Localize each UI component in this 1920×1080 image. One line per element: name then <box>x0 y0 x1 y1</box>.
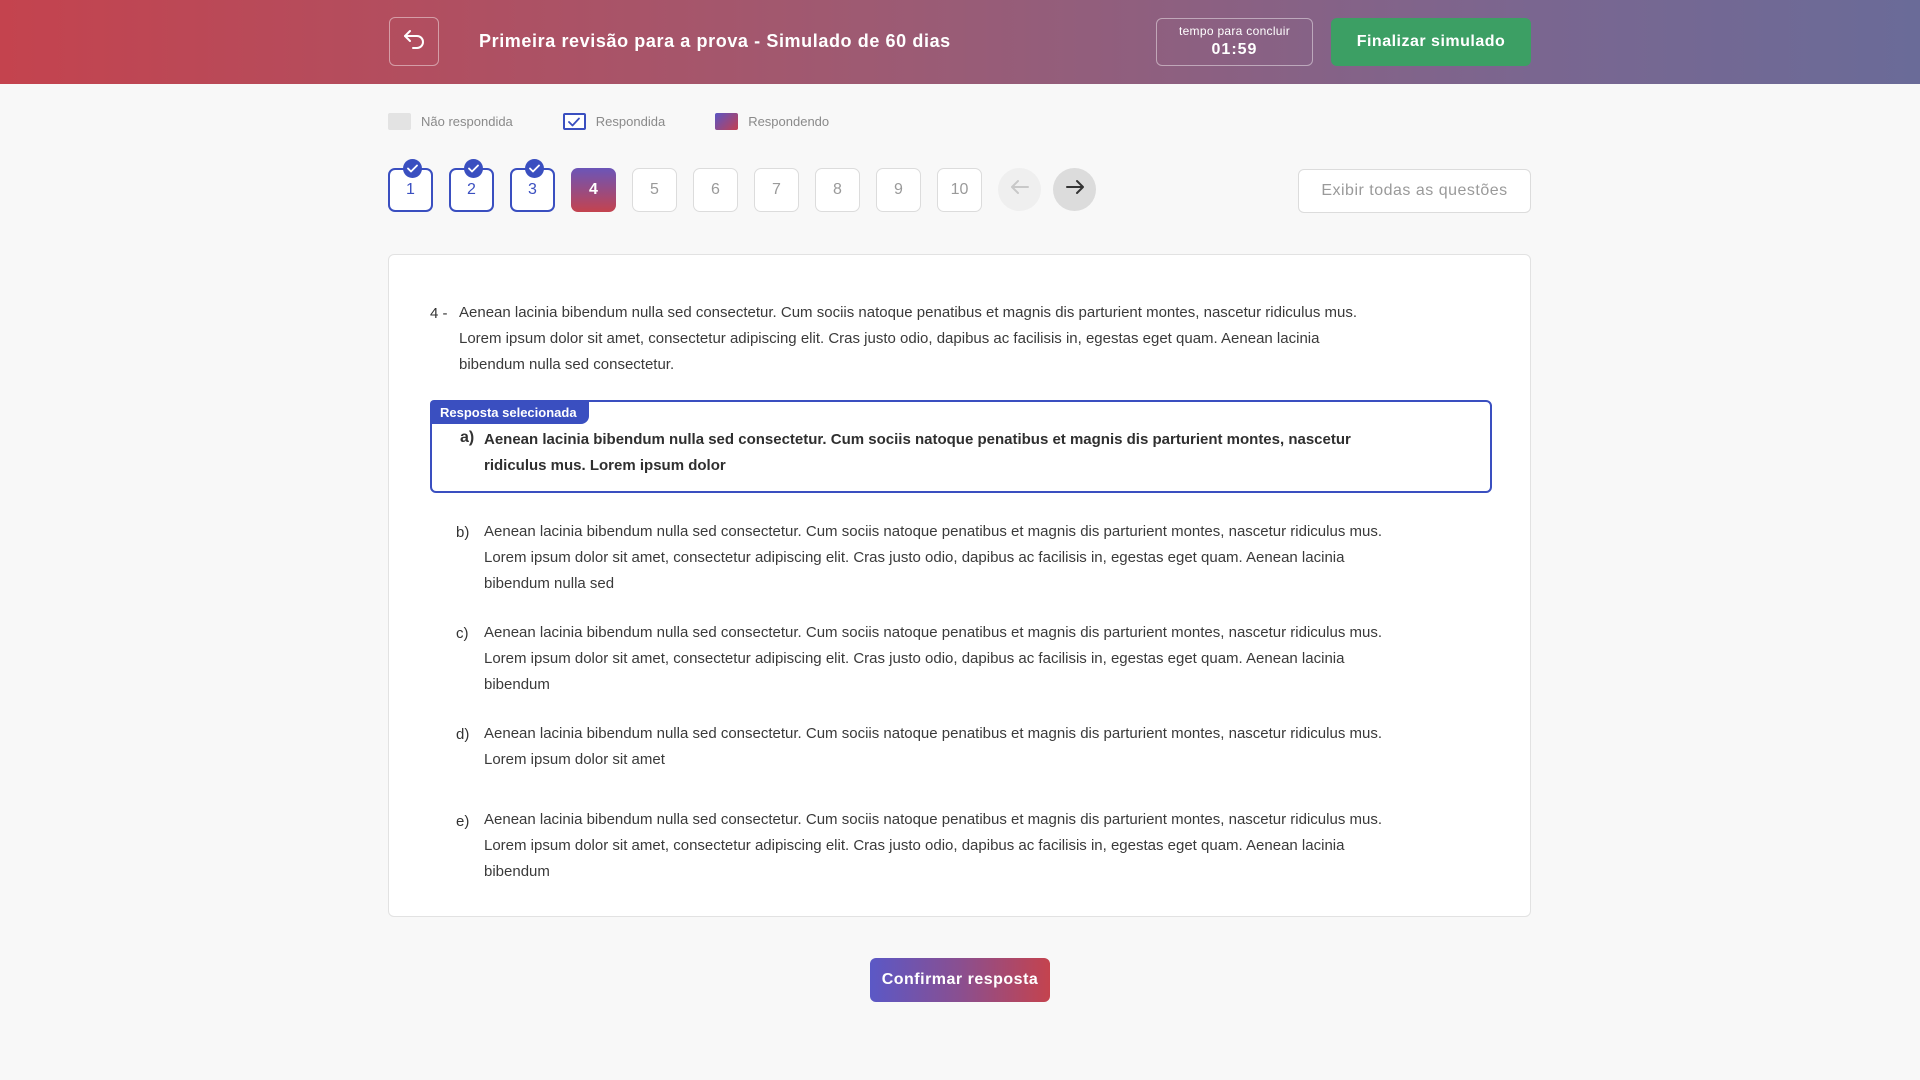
status-legend: Não respondida Respondida Respondendo <box>388 113 879 130</box>
legend-label: Respondida <box>595 114 666 129</box>
check-icon <box>403 159 422 178</box>
answered-swatch <box>562 113 586 130</box>
question-text: Aenean lacinia bibendum nulla sed consec… <box>459 304 1358 373</box>
option-text: Aenean lacinia bibendum nulla sed consec… <box>484 523 1383 592</box>
legend-label: Respondendo <box>748 114 830 129</box>
arrow-right-icon <box>1065 179 1085 200</box>
answering-swatch <box>715 113 739 130</box>
question-button-label: 5 <box>650 181 659 198</box>
question-button-label: 7 <box>772 181 781 198</box>
not-answered-swatch <box>388 113 411 130</box>
option-letter: a) <box>460 429 475 446</box>
option-letter: e) <box>456 813 470 830</box>
next-question-button[interactable] <box>1053 168 1096 211</box>
question-button-label: 3 <box>528 181 537 198</box>
question-button-label: 1 <box>406 181 415 198</box>
finish-exam-button[interactable]: Finalizar simulado <box>1331 18 1531 66</box>
back-button[interactable] <box>389 17 439 66</box>
question-button-4[interactable]: 4 <box>571 168 616 212</box>
previous-question-button[interactable] <box>998 168 1041 211</box>
question-card: 4 - Aenean lacinia bibendum nulla sed co… <box>388 254 1531 917</box>
legend-not-answered: Não respondida <box>388 113 513 130</box>
selected-answer-tag: Resposta selecionada <box>430 400 589 424</box>
question-button-label: 4 <box>589 181 598 198</box>
confirm-answer-button[interactable]: Confirmar resposta <box>870 958 1050 1002</box>
question-number: 4 - <box>430 305 448 322</box>
question-button-7[interactable]: 7 <box>754 168 799 212</box>
question-button-label: 6 <box>711 181 720 198</box>
question-button-8[interactable]: 8 <box>815 168 860 212</box>
question-button-3[interactable]: 3 <box>510 159 555 212</box>
option-text: Aenean lacinia bibendum nulla sed consec… <box>484 811 1383 880</box>
question-button-2[interactable]: 2 <box>449 159 494 212</box>
top-bar: Primeira revisão para a prova - Simulado… <box>0 0 1920 84</box>
question-button-label: 10 <box>950 181 969 198</box>
check-icon <box>525 159 544 178</box>
timer-label: tempo para concluir <box>1178 24 1291 38</box>
question-button-5[interactable]: 5 <box>632 168 677 212</box>
question-button-label: 2 <box>467 181 476 198</box>
option-letter: d) <box>456 726 470 743</box>
option-b[interactable]: b) Aenean lacinia bibendum nulla sed con… <box>389 513 1530 593</box>
question-button-10[interactable]: 10 <box>937 168 982 212</box>
question-button-6[interactable]: 6 <box>693 168 738 212</box>
question-button-1[interactable]: 1 <box>388 159 433 212</box>
option-d[interactable]: d) Aenean lacinia bibendum nulla sed con… <box>389 713 1530 769</box>
timer-value: 01:59 <box>1211 41 1258 58</box>
arrow-left-icon <box>1010 179 1030 200</box>
legend-label: Não respondida <box>421 114 513 129</box>
legend-answering: Respondendo <box>715 113 829 130</box>
option-text: Aenean lacinia bibendum nulla sed consec… <box>484 624 1383 693</box>
option-text: Aenean lacinia bibendum nulla sed consec… <box>484 431 1351 474</box>
show-all-questions-button[interactable]: Exibir todas as questões <box>1298 169 1531 213</box>
check-icon <box>464 159 483 178</box>
question-button-label: 9 <box>894 181 903 198</box>
page-title: Primeira revisão para a prova - Simulado… <box>479 31 951 51</box>
legend-answered: Respondida <box>562 113 666 130</box>
question-button-label: 8 <box>833 181 842 198</box>
question-button-9[interactable]: 9 <box>876 168 921 212</box>
check-icon <box>568 117 581 126</box>
timer: tempo para concluir 01:59 <box>1156 18 1313 66</box>
option-c[interactable]: c) Aenean lacinia bibendum nulla sed con… <box>389 613 1530 693</box>
undo-arrow-icon <box>402 28 426 55</box>
option-letter: b) <box>456 524 470 541</box>
option-text: Aenean lacinia bibendum nulla sed consec… <box>484 725 1383 768</box>
option-letter: c) <box>456 625 469 642</box>
option-e[interactable]: e) Aenean lacinia bibendum nulla sed con… <box>389 793 1530 880</box>
option-a-selected[interactable]: Resposta selecionada a) Aenean lacinia b… <box>430 400 1492 493</box>
